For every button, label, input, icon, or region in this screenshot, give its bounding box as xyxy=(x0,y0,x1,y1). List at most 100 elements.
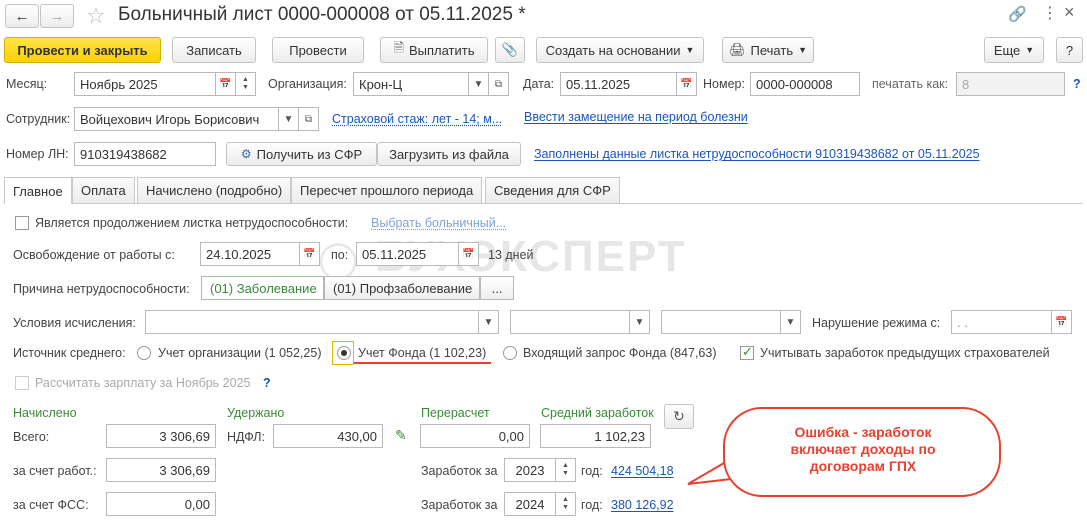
total-label: Всего: xyxy=(13,430,50,444)
choose-sick-leave-link[interactable]: Выбрать больничный... xyxy=(371,216,506,230)
dropdown-arrow-icon: ▼ xyxy=(634,316,645,328)
back-button[interactable]: ← xyxy=(5,4,39,28)
src-request-radio[interactable] xyxy=(503,346,517,360)
save-button[interactable]: Записать xyxy=(172,37,256,63)
checkmark-icon: ✓ xyxy=(742,344,753,359)
filled-data-link[interactable]: Заполнены данные листка нетрудоспособнос… xyxy=(534,147,980,161)
calc-conditions-field-3[interactable] xyxy=(661,310,781,334)
employee-dropdown[interactable]: ▼ xyxy=(279,107,299,131)
pencil-icon[interactable]: ✎ xyxy=(395,427,407,444)
more-dots-icon[interactable]: ⋮ xyxy=(1042,3,1058,23)
recalc-field[interactable]: 0,00 xyxy=(420,424,530,448)
help-button[interactable]: ? xyxy=(1056,37,1083,63)
prev-insurers-checkbox[interactable]: ✓ xyxy=(740,344,754,360)
get-from-sfr-button[interactable]: ⚙ Получить из СФР xyxy=(226,142,377,166)
calendar-icon: 📅 xyxy=(303,248,316,260)
calendar-icon: 📅 xyxy=(680,78,693,90)
print-as-field[interactable]: 8 xyxy=(956,72,1065,96)
violation-date-field[interactable]: . . xyxy=(951,310,1052,334)
release-to-calendar[interactable]: 📅 xyxy=(459,242,479,266)
reason-occupational-button[interactable]: (01) Профзаболевание xyxy=(324,276,480,300)
continuation-label: Является продолжением листка нетрудоспос… xyxy=(35,216,349,230)
employer-field[interactable]: 3 306,69 xyxy=(106,458,216,482)
insurance-experience-link[interactable]: Страховой стаж: лет - 14; м... xyxy=(332,112,502,126)
ndfl-field[interactable]: 430,00 xyxy=(273,424,383,448)
load-from-file-button[interactable]: Загрузить из файла xyxy=(377,142,521,166)
number-field[interactable]: 0000-000008 xyxy=(750,72,860,96)
src-fund-radio[interactable] xyxy=(337,346,351,360)
fss-field[interactable]: 0,00 xyxy=(106,492,216,516)
avg-source-label: Источник среднего: xyxy=(13,346,126,360)
post-button[interactable]: Провести xyxy=(272,37,364,63)
tab-sfr-info[interactable]: Сведения для СФР xyxy=(485,177,620,203)
pay-button[interactable]: 🗎 Выплатить xyxy=(380,37,488,63)
header-help-icon[interactable]: ? xyxy=(1073,77,1081,91)
ndfl-label: НДФЛ: xyxy=(227,430,265,444)
tab-accrued-detailed[interactable]: Начислено (подробно) xyxy=(137,177,292,203)
employee-label: Сотрудник: xyxy=(6,112,71,126)
tab-main[interactable]: Главное xyxy=(4,177,72,204)
tab-recalc-previous[interactable]: Пересчет прошлого периода xyxy=(291,177,483,203)
ln-number-field[interactable]: 910319438682 xyxy=(74,142,216,166)
date-field[interactable]: 05.11.2025 xyxy=(560,72,677,96)
calc-salary-checkbox[interactable] xyxy=(15,376,29,390)
tab-payment[interactable]: Оплата xyxy=(72,177,135,203)
date-calendar-button[interactable]: 📅 xyxy=(677,72,697,96)
earnings-1-link[interactable]: 424 504,18 xyxy=(611,464,674,478)
month-spinner[interactable]: ▲ ▼ xyxy=(236,72,256,96)
open-form-icon: ⧉ xyxy=(494,78,503,90)
more-button[interactable]: Еще ▼ xyxy=(984,37,1044,63)
reason-disease-button[interactable]: (01) Заболевание xyxy=(201,276,324,300)
reason-more-button[interactable]: ... xyxy=(480,276,514,300)
fss-label: за счет ФСС: xyxy=(13,498,89,512)
employee-open-button[interactable]: ⧉ xyxy=(299,107,319,131)
tabs-baseline xyxy=(4,203,1083,204)
replacement-link[interactable]: Ввести замещение на период болезни xyxy=(524,110,748,124)
print-as-label: печатать как: xyxy=(872,77,949,91)
close-icon[interactable]: × xyxy=(1064,2,1075,23)
release-from-label: Освобождение от работы с: xyxy=(13,248,175,262)
organization-open-button[interactable]: ⧉ xyxy=(489,72,509,96)
continuation-checkbox[interactable] xyxy=(15,216,29,230)
calc-conditions-dropdown-2[interactable]: ▼ xyxy=(630,310,650,334)
dropdown-arrow-icon: ▼ xyxy=(473,78,484,90)
year-1-field[interactable]: 2023 xyxy=(504,458,556,482)
favorite-star-icon[interactable]: ☆ xyxy=(86,3,106,29)
prev-insurers-label: Учитывать заработок предыдущих страховат… xyxy=(760,346,1050,360)
calendar-icon: 📅 xyxy=(462,248,475,260)
link-icon[interactable]: 🔗 xyxy=(1008,5,1027,23)
number-label: Номер: xyxy=(703,77,745,91)
src-org-radio[interactable] xyxy=(137,346,151,360)
year-label-2: год: xyxy=(581,498,603,512)
employee-field[interactable]: Войцехович Игорь Борисович xyxy=(74,107,279,131)
violation-calendar[interactable]: 📅 xyxy=(1052,310,1072,334)
attach-button[interactable]: 📎 xyxy=(495,37,525,63)
calc-conditions-dropdown-1[interactable]: ▼ xyxy=(479,310,499,334)
release-from-calendar[interactable]: 📅 xyxy=(300,242,320,266)
earnings-2-link[interactable]: 380 126,92 xyxy=(611,498,674,512)
dropdown-arrow-icon: ▼ xyxy=(785,316,796,328)
organization-field[interactable]: Крон-Ц xyxy=(353,72,469,96)
organization-dropdown[interactable]: ▼ xyxy=(469,72,489,96)
total-field[interactable]: 3 306,69 xyxy=(106,424,216,448)
year-1-spinner[interactable]: ▲ ▼ xyxy=(556,458,576,482)
calc-conditions-dropdown-3[interactable]: ▼ xyxy=(781,310,801,334)
month-calendar-button[interactable]: 📅 xyxy=(216,72,236,96)
month-field[interactable]: Ноябрь 2025 xyxy=(74,72,216,96)
dropdown-arrow-icon: ▼ xyxy=(283,113,294,125)
release-to-field[interactable]: 05.11.2025 xyxy=(356,242,459,266)
year-2-field[interactable]: 2024 xyxy=(504,492,556,516)
calc-salary-help-icon[interactable]: ? xyxy=(263,376,271,390)
calendar-icon: 📅 xyxy=(219,78,232,90)
src-fund-underline xyxy=(354,362,491,364)
release-from-field[interactable]: 24.10.2025 xyxy=(200,242,300,266)
error-callout-text: Ошибка - заработок включает доходы по до… xyxy=(790,424,936,474)
calc-conditions-field-2[interactable] xyxy=(510,310,630,334)
create-based-button[interactable]: Создать на основании ▼ xyxy=(536,37,704,63)
year-2-spinner[interactable]: ▲ ▼ xyxy=(556,492,576,516)
calc-conditions-field-1[interactable] xyxy=(145,310,479,334)
print-button[interactable]: 🖨 Печать ▼ xyxy=(722,37,814,63)
post-and-close-button[interactable]: Провести и закрыть xyxy=(4,37,161,63)
avg-earnings-field[interactable]: 1 102,23 xyxy=(540,424,651,448)
forward-button[interactable]: → xyxy=(40,4,74,28)
